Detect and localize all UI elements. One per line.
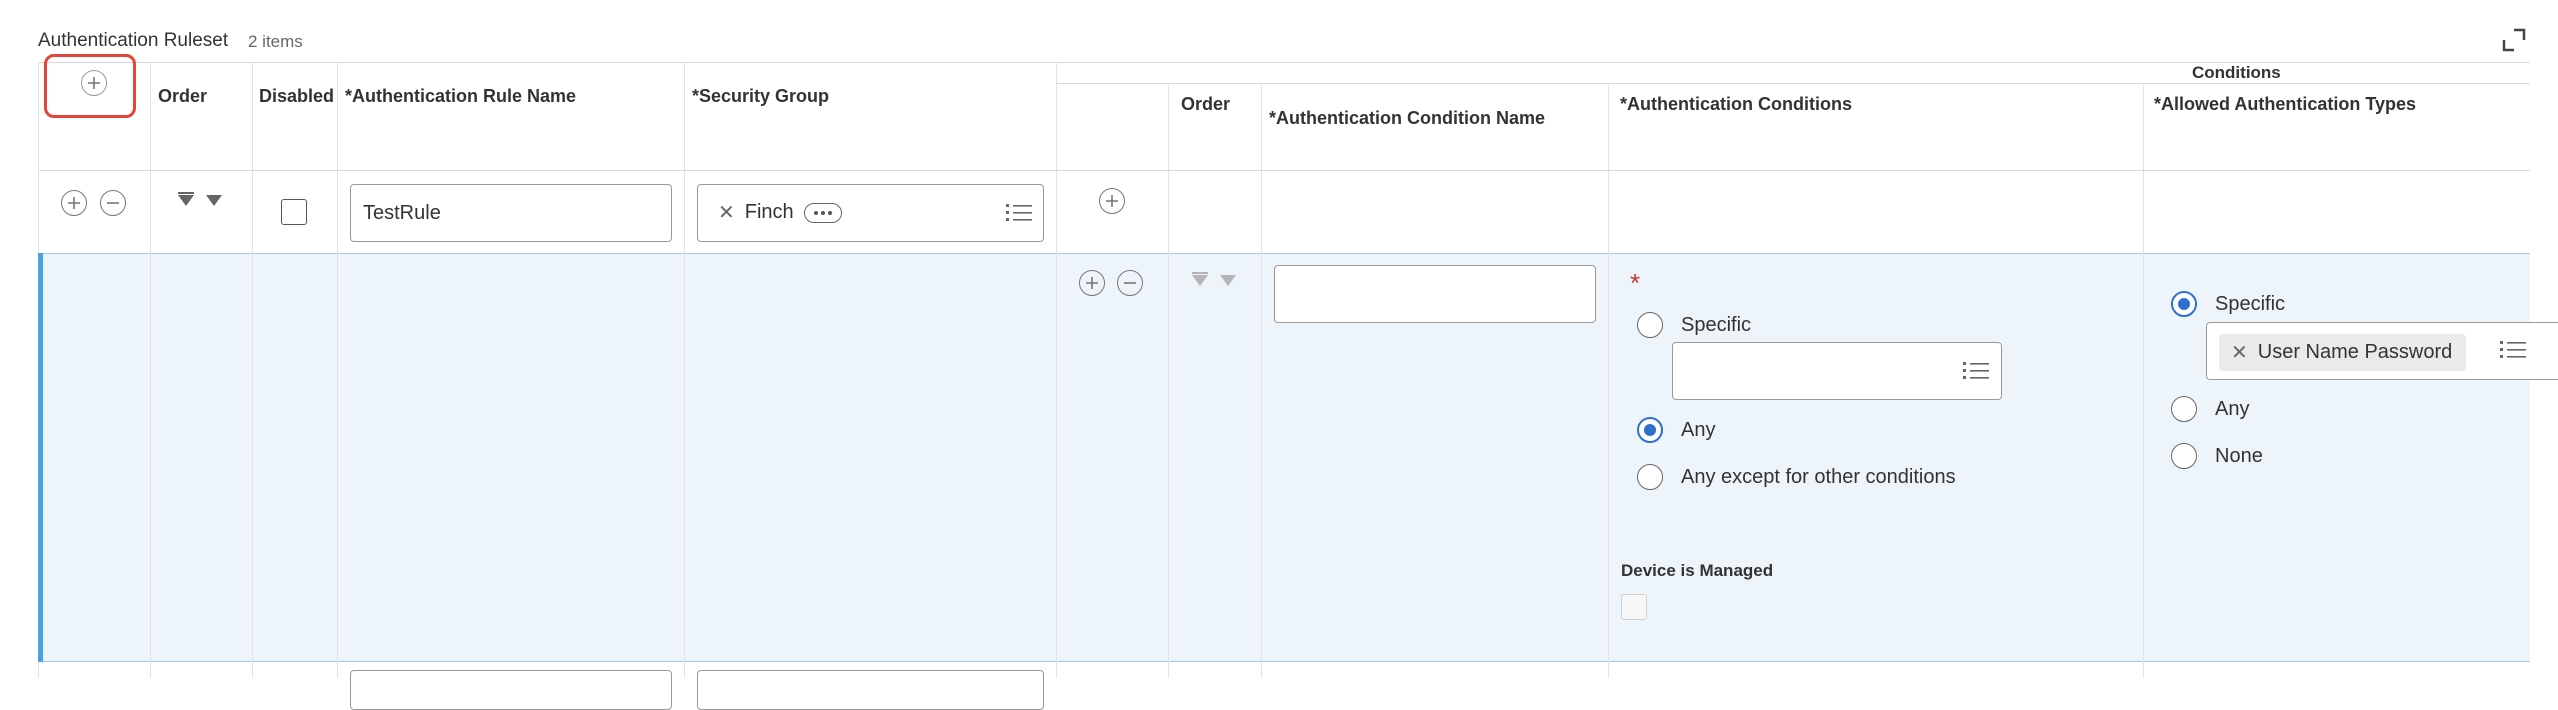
condition-label-any: Any [1681,419,1716,441]
add-condition-row-button[interactable] [1079,270,1105,296]
condition-order-controls[interactable] [1192,272,1236,286]
grid-top-border [38,62,2530,63]
remove-tag-icon[interactable]: ✕ [718,200,735,225]
header-auth-conditions[interactable]: *Authentication Conditions [1620,94,1852,115]
security-group-tag[interactable]: ✕ Finch [718,200,842,225]
add-rule-button[interactable] [61,190,87,216]
move-down-icon[interactable] [206,195,222,206]
allowed-type-tag[interactable]: ✕ User Name Password [2219,334,2467,371]
allowed-label-specific: Specific [2215,293,2286,315]
expand-icon[interactable] [2500,26,2528,54]
callout-highlight [44,54,136,118]
header-rule-name[interactable]: *Authentication Rule Name [345,86,576,107]
header-security-group[interactable]: *Security Group [692,86,829,107]
security-group-tag-label: Finch [744,201,794,223]
remove-rule-button[interactable] [100,190,126,216]
grid-title: Authentication Ruleset [38,30,229,51]
allowed-radio-any[interactable] [2171,396,2197,422]
disabled-checkbox[interactable] [281,199,307,225]
condition-specific-select[interactable] [1672,342,2002,400]
list-icon[interactable] [1006,202,1032,224]
rule-name-input[interactable] [350,184,672,242]
col-divider [150,253,151,662]
order-controls[interactable] [178,192,222,206]
next-row-rule-name-input[interactable] [350,670,672,710]
header-allowed-types[interactable]: *Allowed Authentication Types [2154,94,2416,115]
remove-condition-row-button[interactable] [1117,270,1143,296]
list-icon[interactable] [1963,360,1989,382]
item-count: 2 items [248,32,303,51]
condition-radio-any[interactable] [1637,417,1663,443]
header-conditions-band: Conditions [2192,63,2281,82]
header-order[interactable]: Order [158,86,207,107]
allowed-radio-specific[interactable] [2171,291,2197,317]
move-to-bottom-icon[interactable] [1192,272,1208,286]
allowed-label-any: Any [2215,398,2250,420]
col-divider [1608,253,1609,662]
required-marker: * [1630,268,1641,298]
move-to-bottom-icon[interactable] [178,192,194,206]
selected-row-indicator [38,253,43,662]
condition-radio-specific[interactable] [1637,312,1663,338]
minus-icon [107,202,119,204]
remove-tag-icon[interactable]: ✕ [2231,340,2248,365]
header-disabled[interactable]: Disabled [259,86,334,107]
more-icon[interactable] [803,202,842,223]
band-divider [1056,83,2530,84]
move-down-icon[interactable] [1220,275,1236,286]
header-condition-order[interactable]: Order [1181,94,1230,115]
col-divider [1261,253,1262,662]
col-divider [1168,253,1169,662]
col-divider [2143,253,2144,662]
plus-icon [1106,195,1118,207]
device-managed-checkbox [1621,594,1647,620]
list-icon[interactable] [2500,339,2526,361]
condition-radio-any-except[interactable] [1637,464,1663,490]
allowed-label-none: None [2215,445,2263,467]
allowed-type-tag-label: User Name Password [2257,341,2453,363]
minus-icon [1124,282,1136,284]
add-condition-button[interactable] [1099,188,1125,214]
col-divider [1056,253,1057,662]
condition-label-any-except: Any except for other conditions [1681,466,1956,488]
condition-name-input[interactable] [1274,265,1596,323]
plus-icon [1086,277,1098,289]
device-managed-label: Device is Managed [1621,561,1774,580]
col-divider [337,253,338,662]
header-condition-name[interactable]: *Authentication Condition Name [1269,108,1545,129]
col-divider [252,253,253,662]
header-bottom-border [38,170,2530,171]
next-row-security-group-select[interactable] [697,670,1044,710]
condition-label-specific: Specific [1681,314,1752,336]
allowed-radio-none[interactable] [2171,443,2197,469]
col-divider [684,253,685,662]
plus-icon [68,197,80,209]
